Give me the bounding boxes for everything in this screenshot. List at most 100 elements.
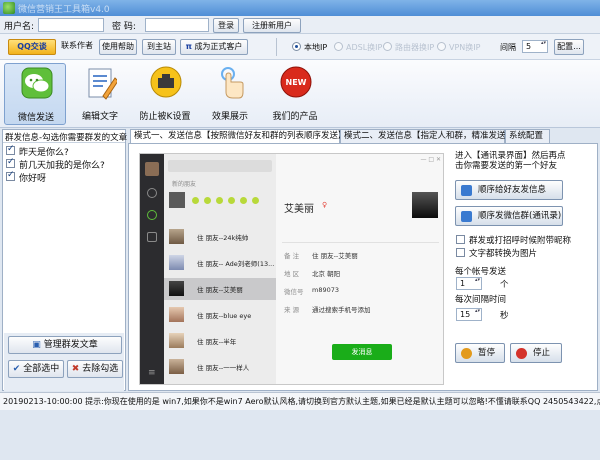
toolbar: QQ交谈 联系作者 使用帮助 到主站 π 成为正式客户 本地IP ADSL换IP… (0, 34, 600, 60)
article-item-3[interactable]: 你好呀 (19, 171, 46, 184)
register-button[interactable]: 注册新用户 (243, 18, 301, 33)
tool-effect-showcase[interactable]: 效果展示 (199, 63, 261, 125)
send-groups-icon (461, 211, 472, 222)
ip-mode-radio-vpn[interactable] (437, 42, 446, 51)
field-value: 通过搜索手机号添加 (312, 306, 371, 314)
attach-nickname-label: 群发或打招呼时候附带昵称 (469, 236, 572, 246)
contact-name: 住 朋友--blue eye (197, 312, 252, 320)
contact-detail-avatar (412, 192, 438, 218)
pause-icon (461, 348, 472, 359)
send-interval-label: 每次间隔时间 (455, 295, 507, 305)
contact-name: 住 朋友-- Ade刘老师(13... (197, 260, 275, 268)
toolbar-divider (276, 38, 277, 56)
field-key: 来 源 (284, 306, 300, 314)
qq-chat-label: QQ交谈 (17, 42, 47, 51)
interval-label: 间隔 (500, 43, 516, 52)
config-button[interactable]: 配置... (554, 39, 584, 55)
status-bar[interactable]: 20190213-10:00:00 提示:你现在使用的是 win7,如果你不是w… (0, 392, 600, 410)
official-site-button[interactable]: 到主站 (142, 39, 176, 55)
tab-mode-one[interactable]: 模式一、发送信息【按照微信好友和群的列表顺序发送】 (130, 129, 347, 143)
wechat-icon (21, 67, 53, 99)
tool-wechat-send[interactable]: 微信发送 (4, 63, 66, 125)
per-account-unit: 个 (500, 280, 509, 290)
stop-button[interactable]: 停止 (510, 343, 562, 363)
list-item[interactable]: 住 朋友--24k纯帅 (164, 226, 276, 248)
window-title: 微信营销王工具箱v4.0 (18, 5, 110, 15)
cube-icon (147, 232, 157, 242)
pi-icon: π (185, 42, 192, 51)
select-all-button[interactable]: ✔ 全部选中 (8, 360, 64, 378)
avatar (169, 333, 184, 348)
stop-label: 停止 (533, 348, 551, 358)
tool-anti-ban-label: 防止被K设置 (139, 112, 191, 122)
field-value: 北京 朝阳 (312, 270, 341, 278)
contact-name: 住 朋友--一一样人 (197, 364, 250, 372)
manage-icon: ▣ (32, 340, 41, 350)
new-badge-icon: NEW (280, 66, 312, 98)
article-item-2[interactable]: 前几天加我的是你么? (19, 158, 105, 171)
send-to-groups-button[interactable]: 顺序发微信群(通讯录) (455, 206, 563, 226)
tab-system-config[interactable]: 系统配置 (505, 129, 550, 143)
instruction-line-2: 击你需要发送的第一个好友 (455, 161, 558, 171)
article-item-1[interactable]: 昨天是你么? (19, 145, 69, 158)
list-item[interactable]: 住 朋友--半年 (164, 330, 276, 352)
hand-pointer-icon (221, 67, 244, 99)
ip-mode-label-adsl: ADSL换IP (346, 43, 383, 52)
deselect-label: 去除勾选 (82, 364, 119, 374)
text-to-image-checkbox[interactable] (456, 248, 465, 257)
contact-author-button[interactable]: 联系作者 (58, 39, 96, 55)
tab-mode-two[interactable]: 模式二、发送信息【指定人和群，精准发送】 (340, 129, 514, 143)
become-customer-label: 成为正式客户 (194, 42, 243, 51)
field-value: m89073 (312, 286, 340, 294)
tool-edit-text[interactable]: 编辑文字 (69, 63, 131, 125)
tool-our-products[interactable]: NEW 我们的产品 (264, 63, 326, 125)
manage-articles-button[interactable]: ▣ 管理群发文章 (8, 336, 122, 354)
article-checkbox-3[interactable] (6, 170, 15, 181)
password-input[interactable] (145, 18, 209, 32)
select-all-icon: ✔ (12, 364, 21, 374)
become-customer-button[interactable]: π 成为正式客户 (180, 39, 248, 55)
contact-name: 住 朋友--半年 (197, 338, 237, 346)
deselect-button[interactable]: ✖ 去除勾选 (67, 360, 123, 378)
send-interval-stepper[interactable]: 15 (456, 308, 482, 321)
send-to-friends-button[interactable]: 顺序给好友发信息 (455, 180, 563, 200)
qq-chat-button[interactable]: QQ交谈 (8, 39, 56, 55)
send-message-button[interactable]: 发消息 (332, 344, 392, 360)
group-row[interactable] (164, 188, 276, 214)
new-friends-label: 新的朋友 (172, 181, 197, 188)
tool-our-products-label: 我们的产品 (272, 112, 318, 122)
chat-icon (147, 188, 157, 198)
shield-icon (150, 66, 182, 98)
list-item[interactable]: 住 朋友--blue eye (164, 304, 276, 326)
per-account-stepper[interactable]: 1 (456, 277, 482, 290)
stop-icon (516, 348, 527, 359)
tool-anti-ban-settings[interactable]: 防止被K设置 (134, 63, 196, 125)
field-key: 地 区 (284, 270, 300, 278)
article-checkbox-2[interactable] (6, 157, 15, 168)
avatar (169, 307, 184, 322)
article-checkbox-1[interactable] (6, 144, 15, 155)
list-item[interactable]: 住 朋友--一一样人 (164, 356, 276, 378)
field-value: 住 朋友--艾美丽 (312, 252, 358, 260)
avatar (169, 255, 184, 270)
list-item[interactable]: 住 朋友--艾美丽 (164, 278, 276, 300)
ip-mode-radio-local[interactable] (292, 42, 301, 51)
ip-mode-radio-adsl[interactable] (334, 42, 343, 51)
help-button[interactable]: 使用帮助 (99, 39, 137, 55)
send-friends-icon (461, 185, 472, 196)
title-bar: 微信营销王工具箱v4.0 (0, 0, 600, 16)
login-button[interactable]: 登录 (213, 18, 239, 33)
article-actions: ▣ 管理群发文章 ✔ 全部选中 ✖ 去除勾选 (4, 333, 124, 391)
ip-mode-radio-router[interactable] (383, 42, 392, 51)
wechat-contact-list: 新的朋友 住 朋友--24k纯帅 住 朋友-- Ade刘老师(13... 住 朋… (164, 154, 276, 384)
per-account-label: 每个帐号发送 (455, 267, 507, 277)
send-interval-unit: 秒 (500, 311, 509, 321)
pause-button[interactable]: 暂停 (455, 343, 505, 363)
mode-tabs: 模式一、发送信息【按照微信好友和群的列表顺序发送】 模式二、发送信息【指定人和群… (128, 129, 598, 143)
attach-nickname-checkbox[interactable] (456, 235, 465, 244)
svg-text:NEW: NEW (286, 78, 307, 87)
interval-stepper[interactable]: 5 (522, 40, 548, 53)
tool-icon-bar: 微信发送 编辑文字 防止被K设置 效果展示 NEW 我们的产品 (0, 60, 600, 128)
list-item[interactable]: 住 朋友-- Ade刘老师(13... (164, 252, 276, 274)
username-input[interactable] (38, 18, 104, 32)
